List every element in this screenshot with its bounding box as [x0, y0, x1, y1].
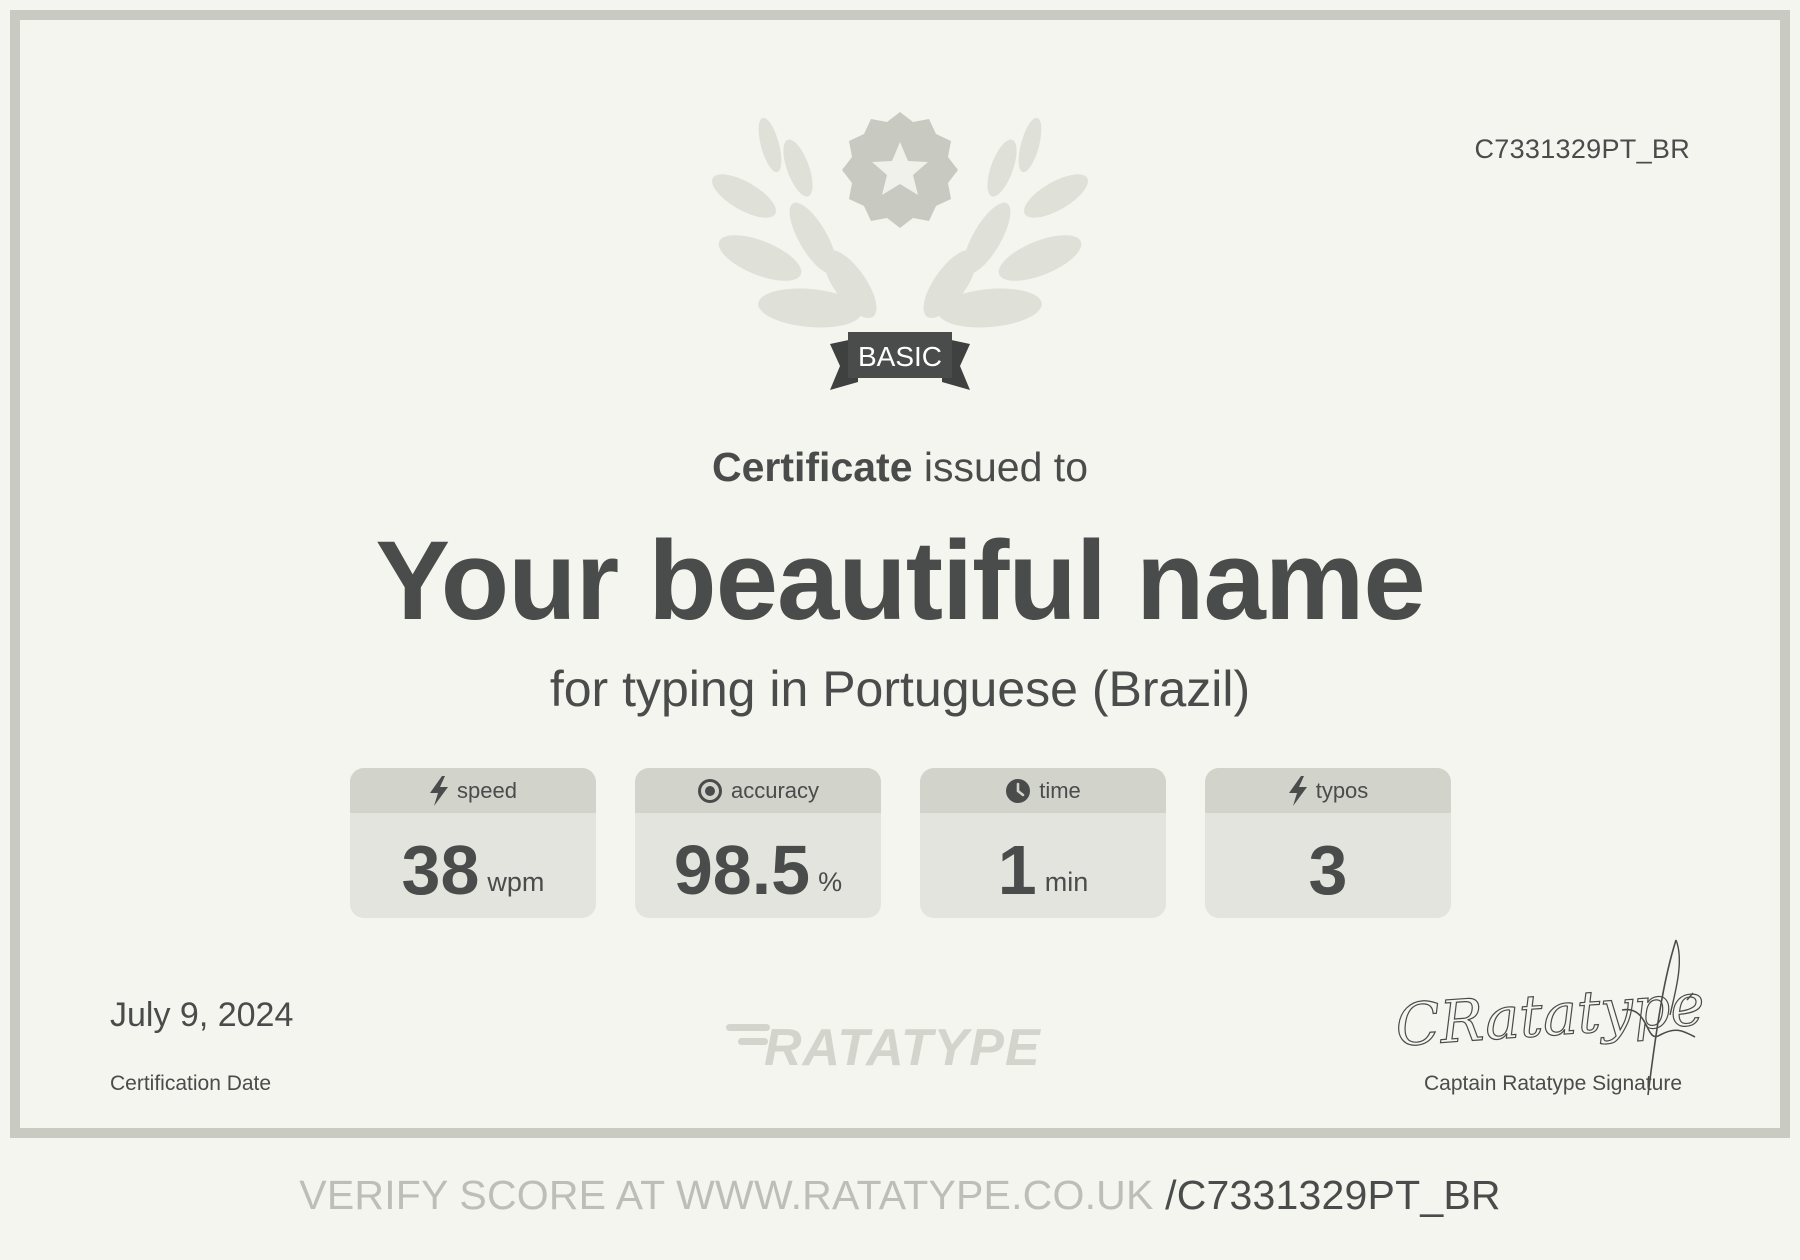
stat-time-unit: min	[1044, 867, 1089, 897]
stat-speed-header: speed	[350, 768, 596, 813]
stat-accuracy-unit: %	[818, 867, 843, 897]
stat-time-value: 1	[997, 830, 1037, 909]
stat-speed-label: speed	[457, 777, 517, 803]
stat-speed-unit: wpm	[487, 867, 545, 897]
stat-speed-value: 38	[401, 830, 480, 909]
stats-row: speed 38 wpm accuracy 98.5 % time 1 min …	[350, 768, 1451, 918]
stat-accuracy-label: accuracy	[730, 777, 820, 803]
laurel-emblem: BASIC	[712, 112, 1088, 390]
issued-to-text: issued to	[912, 444, 1088, 490]
stat-time-label: time	[1039, 777, 1081, 803]
star-seal-icon	[842, 112, 958, 228]
clock-icon	[1006, 778, 1031, 803]
verify-code-link[interactable]: /C7331329PT_BR	[1165, 1172, 1501, 1218]
language-line: for typing in Portuguese (Brazil)	[549, 661, 1251, 717]
badge-label: BASIC	[858, 341, 942, 372]
stat-accuracy-value: 98.5	[673, 830, 811, 909]
certificate-code: C7331329PT_BR	[1474, 134, 1690, 164]
stat-time: time 1 min	[920, 768, 1166, 918]
stat-speed: speed 38 wpm	[350, 768, 596, 918]
target-icon	[697, 778, 722, 803]
stat-accuracy-header: accuracy	[635, 768, 881, 813]
ratatype-logo: RATATYPE	[726, 1019, 1041, 1077]
stat-typos-header: typos	[1205, 768, 1451, 813]
certification-date-label: Certification Date	[110, 1072, 272, 1095]
logo-wordmark: RATATYPE	[764, 1019, 1041, 1077]
verify-line: VERIFY SCORE AT WWW.RATATYPE.CO.UK /C733…	[0, 1172, 1800, 1219]
certificate-word: Certificate	[711, 444, 913, 490]
issued-to-line: Certificate issued to	[0, 444, 1800, 491]
stat-typos: typos 3	[1205, 768, 1451, 918]
lightning-icon	[430, 775, 449, 806]
lightning-icon	[1288, 775, 1307, 806]
stat-typos-value: 3	[1308, 830, 1348, 909]
recipient-name: Your beautiful name	[375, 518, 1425, 643]
stat-time-header: time	[920, 768, 1166, 813]
signature-label: Captain Ratatype Signature	[1424, 1072, 1682, 1095]
verify-prefix: VERIFY SCORE AT WWW.RATATYPE.CO.UK	[299, 1172, 1166, 1218]
certification-date: July 9, 2024	[110, 996, 294, 1034]
stat-accuracy: accuracy 98.5 %	[635, 768, 881, 918]
stat-typos-label: typos	[1315, 777, 1369, 803]
